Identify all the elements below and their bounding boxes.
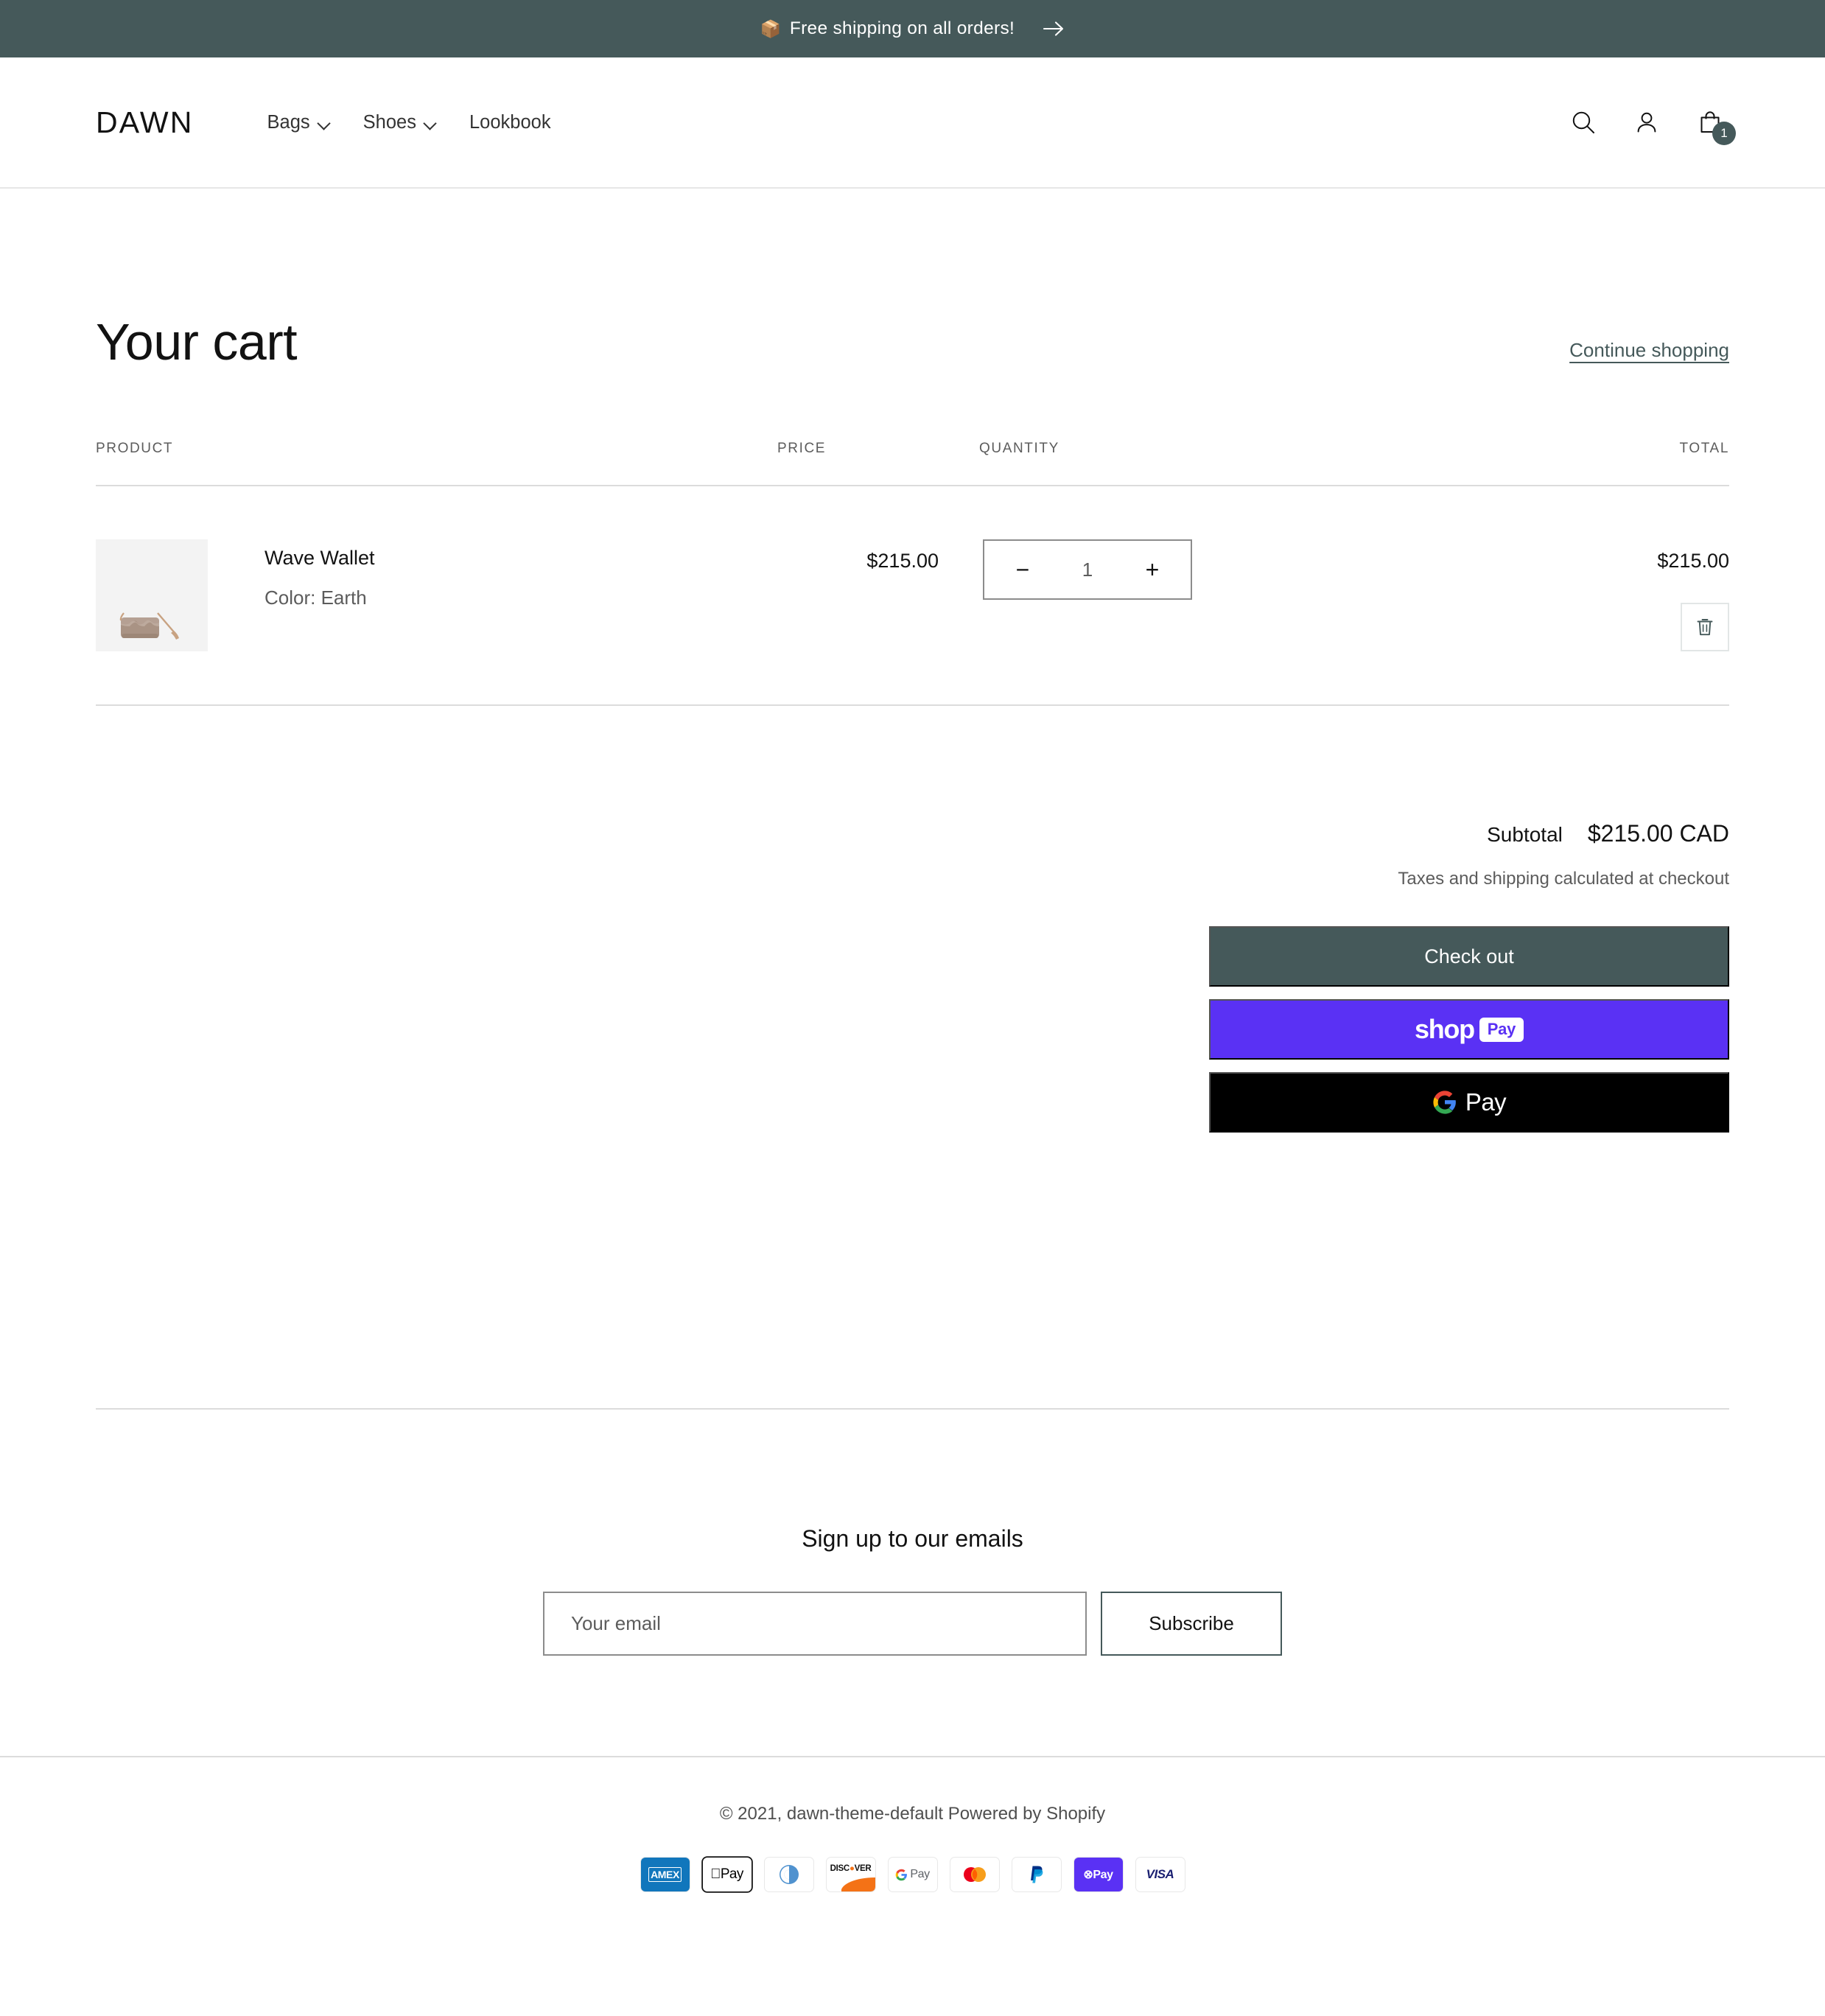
column-header-quantity: QUANTITY (979, 441, 1462, 457)
chevron-down-icon (318, 119, 331, 126)
nav-item-lookbook[interactable]: Lookbook (453, 105, 567, 141)
subtotal-row: Subtotal $215.00 CAD (1487, 820, 1729, 847)
column-header-total: TOTAL (1462, 441, 1729, 457)
shop-pay-button[interactable]: shop Pay (1209, 999, 1729, 1060)
cart-table: PRODUCT PRICE QUANTITY TOTAL (96, 441, 1729, 706)
nav-label-shoes: Shoes (363, 112, 416, 133)
newsletter-section: Sign up to our emails Subscribe (0, 1410, 1825, 1756)
email-field[interactable] (543, 1592, 1087, 1656)
product-details: Wave Wallet Color: Earth (208, 539, 375, 609)
amex-icon: AMEX (641, 1858, 690, 1891)
header-actions: 1 (1564, 103, 1729, 141)
product-cell: Wave Wallet Color: Earth (96, 539, 777, 651)
nav-label-bags: Bags (267, 112, 310, 133)
cart-icon[interactable]: 1 (1691, 103, 1729, 141)
quantity-input[interactable]: 1 (1082, 559, 1093, 581)
column-header-product: PRODUCT (96, 441, 777, 457)
quantity-stepper: − 1 + (983, 539, 1192, 600)
cart-header: Your cart Continue shopping (96, 189, 1729, 368)
subscribe-button[interactable]: Subscribe (1101, 1592, 1282, 1656)
remove-item-button[interactable] (1681, 603, 1729, 651)
apple-pay-icon: Pay (703, 1858, 752, 1891)
chevron-down-icon (424, 119, 437, 126)
google-pay-label: Pay (1465, 1088, 1506, 1116)
announcement-bar[interactable]: 📦 Free shipping on all orders! (0, 0, 1825, 57)
tax-shipping-note: Taxes and shipping calculated at checkou… (1398, 869, 1729, 889)
google-pay-icon: Pay (889, 1858, 937, 1891)
product-thumbnail[interactable] (96, 539, 208, 651)
cart-line-item: Wave Wallet Color: Earth $215.00 − 1 + $… (96, 486, 1729, 706)
line-item-total: $215.00 (1462, 550, 1729, 573)
mastercard-icon (950, 1858, 999, 1891)
cart-count-badge: 1 (1712, 122, 1736, 145)
product-variant: Color: Earth (265, 587, 375, 609)
paypal-icon (1012, 1858, 1061, 1891)
cart-summary: Subtotal $215.00 CAD Taxes and shipping … (96, 706, 1729, 1133)
cart-page: Your cart Continue shopping PRODUCT PRIC… (0, 189, 1825, 1410)
checkout-button[interactable]: Check out (1209, 926, 1729, 987)
quantity-increase-button[interactable]: + (1138, 558, 1167, 581)
wave-wallet-image (115, 601, 189, 644)
subtotal-value: $215.00 CAD (1588, 820, 1729, 847)
page-title: Your cart (96, 316, 297, 368)
shop-pay-icon: ⊗Pay (1074, 1858, 1123, 1891)
announcement-label: Free shipping on all orders! (790, 18, 1015, 39)
diners-club-icon (765, 1858, 813, 1891)
newsletter-form: Subscribe (543, 1592, 1282, 1656)
continue-shopping-link[interactable]: Continue shopping (1569, 339, 1729, 368)
package-emoji-icon: 📦 (760, 21, 782, 38)
announcement-content: 📦 Free shipping on all orders! (760, 18, 1015, 39)
subtotal-label: Subtotal (1487, 823, 1563, 847)
main-navigation: Bags Shoes Lookbook (251, 105, 567, 141)
trash-icon (1695, 617, 1714, 637)
nav-item-bags[interactable]: Bags (251, 105, 347, 141)
line-total-cell: $215.00 (1462, 539, 1729, 651)
copyright-text: © 2021, dawn-theme-default Powered by Sh… (720, 1804, 1105, 1824)
google-pay-button[interactable]: Pay (1209, 1072, 1729, 1133)
quantity-cell: − 1 + (979, 539, 1462, 600)
shop-pay-chip: Pay (1479, 1018, 1524, 1042)
site-header: DAWN Bags Shoes Lookbook (0, 57, 1825, 189)
column-header-price: PRICE (777, 441, 979, 457)
shop-pay-logo: shop Pay (1415, 1014, 1524, 1045)
quantity-decrease-button[interactable]: − (1008, 558, 1037, 581)
product-title[interactable]: Wave Wallet (265, 547, 375, 570)
product-price: $215.00 (777, 539, 979, 573)
checkout-buttons: Check out shop Pay Pay (1209, 926, 1729, 1133)
account-icon[interactable] (1628, 103, 1666, 141)
nav-item-shoes[interactable]: Shoes (347, 105, 453, 141)
nav-label-lookbook: Lookbook (469, 112, 551, 133)
shop-pay-word: shop (1415, 1014, 1474, 1045)
google-g-icon (1432, 1090, 1457, 1115)
visa-icon: VISA (1136, 1858, 1185, 1891)
footer-bottom: © 2021, dawn-theme-default Powered by Sh… (0, 1756, 1825, 1936)
arrow-right-icon[interactable] (1043, 21, 1065, 37)
payment-methods: AMEX Pay DISC●VER Pay (641, 1858, 1185, 1891)
newsletter-title: Sign up to our emails (802, 1525, 1023, 1553)
discover-icon: DISC●VER (827, 1858, 875, 1891)
search-icon[interactable] (1564, 103, 1602, 141)
cart-table-header: PRODUCT PRICE QUANTITY TOTAL (96, 441, 1729, 486)
site-logo[interactable]: DAWN (96, 105, 194, 140)
